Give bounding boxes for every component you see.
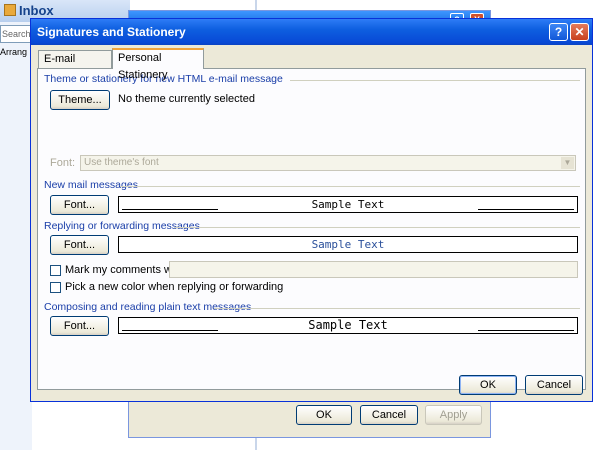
pick-color-label: Pick a new color when replying or forwar… — [65, 281, 284, 293]
tab-email-signature[interactable]: E-mail Signature — [38, 50, 112, 82]
plain-text-font-button[interactable]: Font... — [50, 316, 109, 336]
help-button[interactable]: ? — [549, 23, 568, 41]
cancel-button[interactable]: Cancel — [525, 375, 583, 395]
pick-color-checkbox[interactable] — [50, 282, 61, 293]
section-divider — [174, 227, 580, 228]
theme-status-text: No theme currently selected — [118, 93, 255, 105]
theme-button[interactable]: Theme... — [50, 90, 110, 110]
chevron-down-icon: ▼ — [561, 157, 574, 169]
options-apply-button[interactable]: Apply — [425, 405, 482, 425]
theme-font-label: Font: — [50, 157, 76, 169]
plain-text-sample-label: Sample Text — [308, 318, 388, 332]
help-icon: ? — [554, 25, 563, 39]
inbox-pane — [0, 0, 32, 450]
plain-text-section-heading: Composing and reading plain text message… — [44, 301, 252, 313]
section-divider — [120, 186, 580, 187]
mark-comments-input[interactable] — [169, 261, 578, 278]
section-divider — [214, 308, 580, 309]
close-button[interactable]: ✕ — [570, 23, 589, 41]
plain-text-sample-text: Sample Text — [118, 317, 578, 334]
reply-sample-label: Sample Text — [311, 238, 385, 251]
sample-rule-left — [122, 330, 218, 331]
new-mail-section-heading: New mail messages — [44, 179, 138, 191]
sample-rule-left — [122, 209, 218, 210]
close-icon: ✕ — [574, 25, 585, 39]
theme-font-value: Use theme's font — [84, 157, 159, 168]
new-mail-sample-label: Sample Text — [311, 198, 385, 211]
options-cancel-button[interactable]: Cancel — [360, 405, 418, 425]
ok-button[interactable]: OK — [459, 375, 517, 395]
reply-sample-text: Sample Text — [118, 236, 578, 253]
inbox-title: Inbox — [19, 3, 54, 18]
dialog-title: Signatures and Stationery — [37, 25, 186, 39]
reply-font-button[interactable]: Font... — [50, 235, 109, 255]
inbox-arrange-by[interactable]: Arrang — [0, 45, 32, 59]
mark-comments-checkbox[interactable] — [50, 265, 61, 276]
section-divider — [290, 80, 580, 81]
inbox-folder-icon — [4, 4, 16, 16]
sample-rule-right — [478, 209, 574, 210]
reply-section-heading: Replying or forwarding messages — [44, 220, 200, 232]
sample-rule-right — [478, 330, 574, 331]
dialog-client-area: E-mail Signature Personal Stationery The… — [32, 45, 591, 400]
new-mail-sample-text: Sample Text — [118, 196, 578, 213]
tab-personal-stationery[interactable]: Personal Stationery — [112, 48, 204, 81]
signatures-stationery-dialog: Signatures and Stationery ? ✕ E-mail Sig… — [30, 18, 593, 402]
new-mail-font-button[interactable]: Font... — [50, 195, 109, 215]
dialog-title-bar: Signatures and Stationery ? ✕ — [31, 19, 592, 45]
personal-stationery-panel: Theme or stationery for new HTML e-mail … — [37, 68, 586, 390]
inbox-search-input[interactable]: Search — [0, 25, 33, 43]
options-ok-button[interactable]: OK — [296, 405, 352, 425]
theme-font-select[interactable]: Use theme's font ▼ — [80, 155, 576, 171]
